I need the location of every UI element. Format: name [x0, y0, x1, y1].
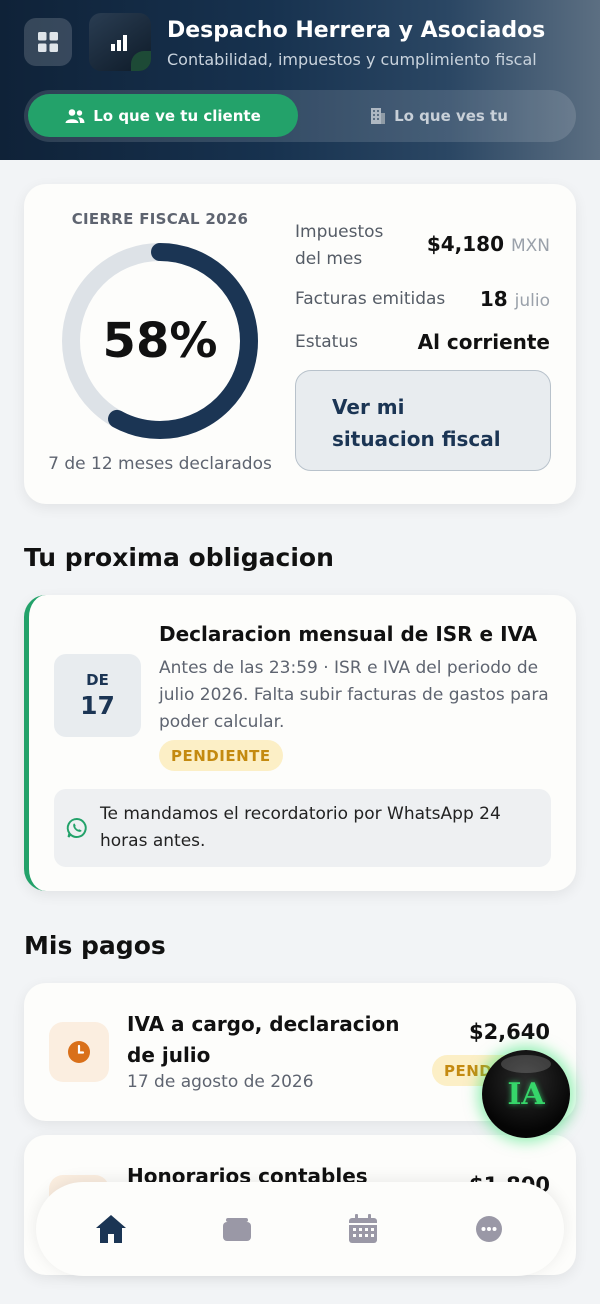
payments-heading: Mis pagos [24, 931, 166, 960]
taxes-unit: MXN [510, 236, 550, 256]
more-icon [476, 1216, 502, 1242]
nav-more[interactable] [466, 1206, 512, 1252]
firm-tagline: Contabilidad, impuestos y cumplimiento f… [167, 50, 537, 69]
whatsapp-reminder: Te mandamos el recordatorio por WhatsApp… [54, 789, 551, 867]
fiscal-close-label: CIERRE FISCAL 2026 [71, 210, 249, 228]
ai-assistant-label: IA [507, 1076, 545, 1112]
stat-label-invoices: Facturas emitidas [295, 289, 446, 309]
view-fiscal-status-button[interactable]: Ver mi situacion fiscal [295, 370, 551, 471]
taxes-amount: $4,180 [426, 232, 504, 256]
reminder-text: Te mandamos el recordatorio por WhatsApp… [100, 804, 501, 851]
status-badge: PENDIENTE [159, 740, 283, 771]
stat-label-taxes: Impuestos del mes [295, 222, 384, 269]
payment-icon-box [49, 1022, 109, 1082]
stat-value-invoices: 18 julio [480, 287, 550, 311]
client-view-label: Lo que ve tu cliente [93, 106, 261, 125]
ai-assistant-button[interactable]: IA [482, 1050, 570, 1138]
stat-value-taxes: $4,180 MXN [427, 232, 550, 256]
payment-title: IVA a cargo, declaracion de julio [127, 1012, 400, 1067]
clock-icon [68, 1041, 90, 1063]
apps-menu-button[interactable] [24, 18, 72, 66]
due-date-day: 17 [80, 691, 115, 720]
obligation-description: Antes de las 23:59 · ISR e IVA del perio… [159, 658, 549, 732]
due-date-month: DE [86, 671, 109, 689]
nav-calendar[interactable] [340, 1206, 386, 1252]
invoices-count: 18 [479, 287, 508, 311]
payment-amount: $2,640 [468, 1020, 550, 1044]
invoices-month: julio [514, 291, 550, 311]
next-obligation-card[interactable]: DE 17 Declaracion mensual de ISR e IVA A… [24, 595, 576, 891]
obligation-title: Declaracion mensual de ISR e IVA [159, 622, 538, 646]
due-date-box: DE 17 [54, 654, 141, 737]
wallet-icon [223, 1218, 251, 1241]
nav-home[interactable] [88, 1206, 134, 1252]
whatsapp-icon [66, 817, 87, 838]
bottom-nav [36, 1182, 564, 1276]
users-icon [65, 108, 85, 123]
payment-date: 17 de agosto de 2026 [127, 1072, 314, 1092]
view-toggle: Lo que ve tu cliente Lo que ves tu [24, 90, 576, 142]
fiscal-summary-card: CIERRE FISCAL 2026 58% 7 de 12 meses dec… [24, 184, 576, 504]
your-view-label: Lo que ves tu [394, 106, 508, 125]
grid-icon [38, 32, 58, 52]
stat-label-status: Estatus [295, 332, 358, 352]
calendar-icon [349, 1214, 377, 1243]
progress-percent: 58% [102, 313, 218, 369]
stat-value-status: Al corriente [417, 330, 550, 354]
building-icon [371, 107, 386, 124]
firm-logo [89, 13, 151, 71]
home-icon [96, 1215, 126, 1243]
next-obligation-heading: Tu proxima obligacion [24, 543, 334, 572]
app-header: Despacho Herrera y Asociados Contabilida… [0, 0, 600, 160]
months-declared: 7 de 12 meses declarados [48, 454, 272, 474]
nav-wallet[interactable] [214, 1206, 260, 1252]
firm-name: Despacho Herrera y Asociados [167, 18, 546, 43]
your-view-tab[interactable]: Lo que ves tu [306, 94, 572, 137]
bar-chart-icon [111, 35, 127, 51]
client-view-tab[interactable]: Lo que ve tu cliente [28, 94, 298, 137]
